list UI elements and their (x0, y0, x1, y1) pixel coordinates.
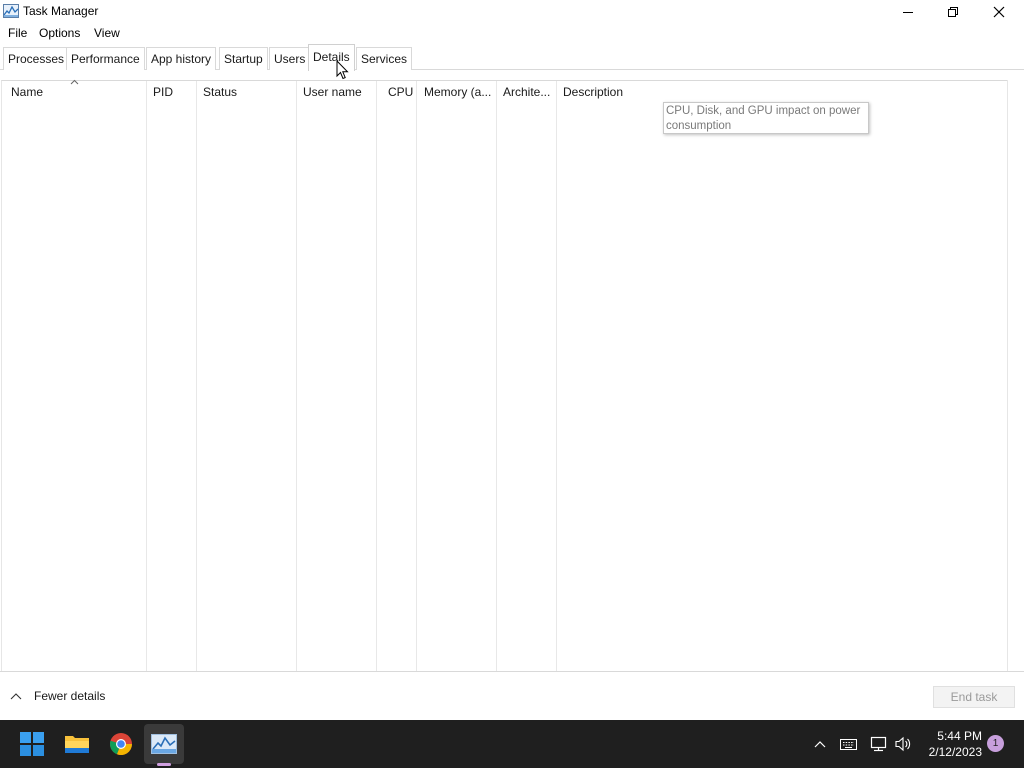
minimize-button[interactable] (885, 0, 931, 24)
menu-file[interactable]: File (8, 26, 27, 40)
taskbar: 5:44 PM 2/12/2023 1 (0, 720, 1024, 768)
menu-view[interactable]: View (94, 26, 120, 40)
column-description[interactable]: Description (557, 81, 1008, 671)
column-name[interactable]: Name (2, 79, 147, 671)
start-button[interactable] (16, 728, 48, 760)
restore-icon (948, 7, 958, 17)
show-hidden-icons-button[interactable] (810, 734, 830, 754)
tab-bar: Processes Performance App history Startu… (0, 44, 1024, 71)
close-button[interactable] (976, 0, 1022, 24)
minimize-icon (903, 12, 913, 13)
keyboard-tray-button[interactable] (838, 734, 858, 754)
chevron-up-icon (10, 693, 22, 700)
bottom-bar: Fewer details End task (0, 671, 1024, 720)
column-pid[interactable]: PID (147, 81, 197, 671)
details-table[interactable]: Name PID Status User name CPU Memory (a.… (1, 79, 1008, 671)
task-manager-icon (151, 734, 177, 754)
speaker-icon (895, 736, 911, 752)
vertical-scrollbar[interactable] (1007, 80, 1024, 671)
sort-ascending-icon (70, 79, 79, 85)
fewer-details-button[interactable]: Fewer details (10, 687, 105, 705)
column-header-name[interactable]: Name (11, 85, 43, 99)
column-header-user-name[interactable]: User name (303, 85, 362, 99)
chrome-icon (110, 733, 133, 756)
taskbar-clock[interactable]: 5:44 PM 2/12/2023 (922, 728, 982, 760)
clock-time: 5:44 PM (937, 729, 982, 743)
network-tray-button[interactable] (869, 734, 889, 754)
keyboard-icon (839, 738, 857, 750)
column-cpu[interactable]: CPU (377, 81, 417, 671)
tab-processes[interactable]: Processes (3, 47, 70, 70)
column-header-status[interactable]: Status (203, 85, 237, 99)
menu-options[interactable]: Options (39, 26, 80, 40)
column-header-memory[interactable]: Memory (a... (424, 85, 491, 99)
tab-services[interactable]: Services (356, 47, 413, 70)
task-manager-window: Task Manager File Options View Processes… (0, 0, 1024, 720)
clock-date: 2/12/2023 (928, 745, 982, 759)
column-header-description[interactable]: Description (563, 85, 623, 99)
column-header-pid[interactable]: PID (153, 85, 173, 99)
network-icon (870, 736, 887, 752)
tab-performance[interactable]: Performance (66, 47, 145, 70)
mouse-cursor-icon (336, 60, 349, 80)
folder-icon (65, 736, 89, 753)
title-bar[interactable]: Task Manager (0, 0, 1024, 24)
restore-button[interactable] (930, 0, 976, 24)
fewer-details-label: Fewer details (34, 689, 106, 703)
column-header-cpu[interactable]: CPU (388, 85, 413, 99)
column-header-architecture[interactable]: Archite... (503, 85, 550, 99)
active-app-indicator (157, 763, 171, 766)
menu-bar: File Options View (0, 24, 1024, 44)
end-task-button[interactable]: End task (933, 686, 1015, 708)
task-manager-taskbar-icon-wrap[interactable] (148, 728, 180, 760)
task-manager-app-icon (3, 4, 19, 18)
column-user-name[interactable]: User name (297, 81, 377, 671)
close-icon (993, 6, 1005, 18)
column-tooltip: CPU, Disk, and GPU impact on power consu… (663, 102, 869, 134)
column-status[interactable]: Status (197, 81, 297, 671)
tab-app-history[interactable]: App history (146, 47, 217, 70)
tab-startup[interactable]: Startup (219, 47, 268, 70)
windows-logo-icon (20, 732, 44, 756)
notification-badge[interactable]: 1 (987, 735, 1004, 752)
window-title: Task Manager (23, 4, 99, 18)
chevron-up-icon (814, 741, 826, 748)
volume-tray-button[interactable] (894, 734, 914, 754)
chrome-button[interactable] (105, 728, 137, 760)
file-explorer-button[interactable] (61, 728, 93, 760)
tab-users[interactable]: Users (269, 47, 311, 70)
column-memory[interactable]: Memory (a... (417, 81, 497, 671)
column-architecture[interactable]: Archite... (497, 81, 557, 671)
